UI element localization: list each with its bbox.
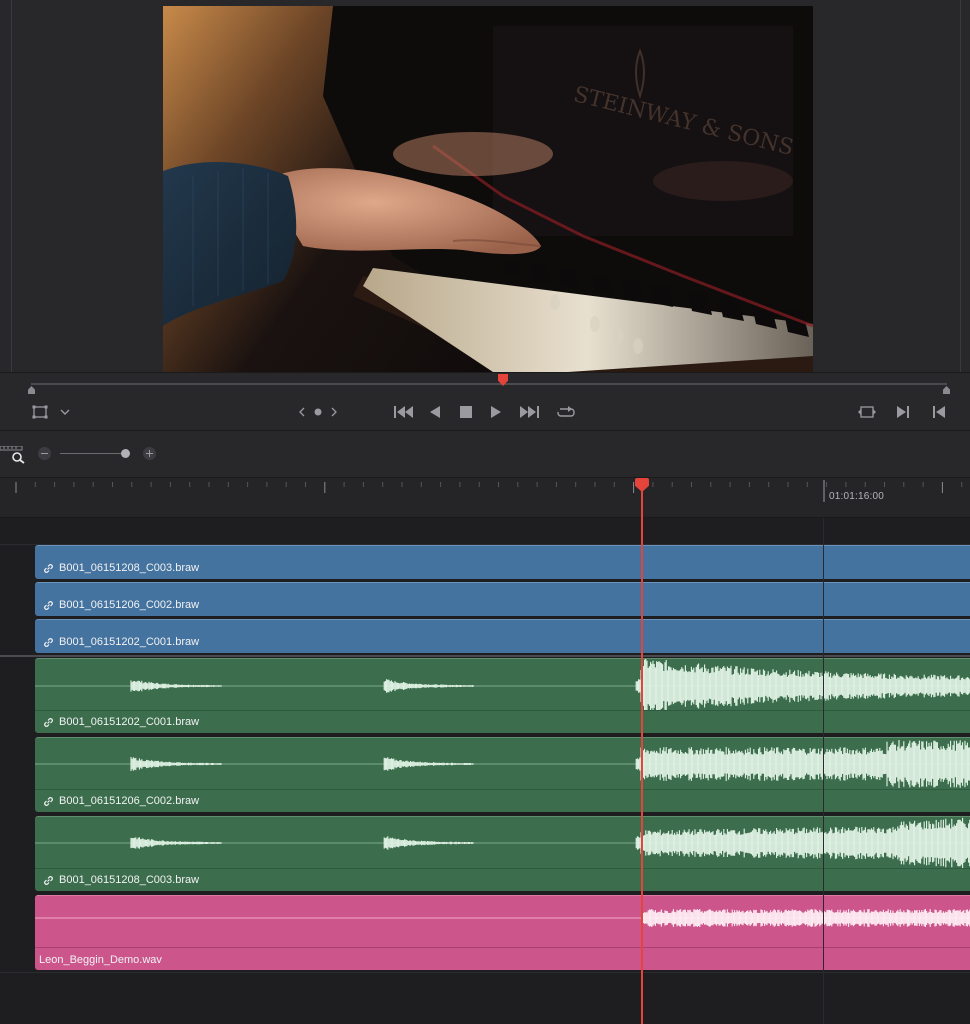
music-clip[interactable]: Leon_Beggin_Demo.wav: [35, 895, 970, 970]
video-preview[interactable]: STEINWAY & SONS: [163, 6, 813, 372]
zoom-slider-knob[interactable]: [121, 449, 130, 458]
chevron-down-icon[interactable]: [59, 403, 71, 421]
link-icon: [44, 875, 53, 885]
link-icon: [44, 637, 53, 647]
previous-clip-icon[interactable]: [932, 403, 946, 421]
zoom-in-button[interactable]: [143, 447, 156, 460]
clip-name: B001_06151206_C002.braw: [59, 599, 200, 611]
minus-icon: [41, 452, 48, 455]
video-clip-v2[interactable]: B001_06151206_C002.braw: [35, 582, 970, 616]
plus-icon-v: [148, 450, 151, 457]
zoom-slider-track[interactable]: [60, 453, 126, 454]
clip-divider: [35, 789, 970, 790]
scrubber-track[interactable]: [31, 383, 947, 385]
clip-name: B001_06151202_C001.braw: [59, 716, 200, 728]
loop-icon[interactable]: [555, 403, 577, 421]
link-icon: [44, 563, 53, 573]
clip-name: Leon_Beggin_Demo.wav: [39, 954, 162, 966]
track-separator: [0, 972, 970, 973]
clip-label: Leon_Beggin_Demo.wav: [39, 954, 162, 966]
audio-clip-a3[interactable]: B001_06151208_C003.braw: [35, 816, 970, 891]
stop-icon[interactable]: [459, 403, 472, 421]
link-icon: [44, 600, 53, 610]
viewer-edge-right: [960, 0, 961, 372]
clip-label: B001_06151202_C001.braw: [43, 716, 199, 728]
clip-name: B001_06151208_C003.braw: [59, 874, 200, 886]
grid-line: [823, 518, 824, 1024]
next-edit-icon[interactable]: [329, 403, 339, 421]
video-audio-divider: [0, 655, 970, 657]
clip-name: B001_06151208_C003.braw: [59, 562, 200, 574]
video-clip-v1[interactable]: B001_06151202_C001.braw: [35, 619, 970, 653]
clip-divider: [35, 947, 970, 948]
audio-waveform: [35, 740, 970, 788]
clip-label: B001_06151202_C001.braw: [43, 636, 199, 648]
timeline-tracks: B001_06151208_C003.braw B001_06151206_C0…: [0, 518, 970, 1024]
timeline-toolbar: [0, 430, 970, 478]
playhead-line[interactable]: [641, 486, 643, 1024]
next-clip-icon[interactable]: [896, 403, 910, 421]
step-back-icon[interactable]: [429, 403, 441, 421]
clip-label: B001_06151208_C003.braw: [43, 562, 199, 574]
transport-bar: [0, 372, 970, 430]
audio-waveform: [35, 659, 970, 711]
go-to-end-icon[interactable]: [518, 403, 539, 421]
zoom-out-button[interactable]: [38, 447, 51, 460]
play-icon[interactable]: [490, 403, 502, 421]
timeline-ruler[interactable]: 01:01:16:00: [0, 478, 970, 518]
link-icon: [44, 796, 53, 806]
link-icon: [44, 717, 53, 727]
scrubber-out-marker[interactable]: [943, 386, 950, 394]
clip-name: B001_06151202_C001.braw: [59, 636, 200, 648]
scrubber-in-marker[interactable]: [28, 386, 35, 394]
match-frame-icon[interactable]: [857, 403, 877, 421]
waveform-path: [642, 909, 970, 927]
ruler-timecode: 01:01:16:00: [829, 491, 885, 502]
audio-clip-a2[interactable]: B001_06151206_C002.braw: [35, 737, 970, 812]
clip-label: B001_06151206_C002.braw: [43, 599, 199, 611]
waveform-path: [130, 659, 970, 711]
zoom-to-fit-icon[interactable]: [0, 445, 26, 464]
clip-divider: [35, 710, 970, 711]
clip-divider: [35, 868, 970, 869]
clip-label: B001_06151206_C002.braw: [43, 795, 199, 807]
ruler-ticks: [15, 480, 963, 502]
viewer-edge-left: [11, 0, 12, 372]
clip-label: B001_06151208_C003.braw: [43, 874, 199, 886]
audio-clip-a1[interactable]: B001_06151202_C001.braw: [35, 658, 970, 733]
piano-frame-image: STEINWAY & SONS: [163, 6, 813, 372]
clip-name: B001_06151206_C002.braw: [59, 795, 200, 807]
marker-dot-icon[interactable]: [313, 403, 323, 421]
video-clip-v3[interactable]: B001_06151208_C003.braw: [35, 545, 970, 579]
viewer-panel: STEINWAY & SONS: [0, 0, 970, 372]
go-to-start-icon[interactable]: [393, 403, 414, 421]
prev-edit-icon[interactable]: [297, 403, 307, 421]
transform-icon[interactable]: [31, 403, 49, 421]
audio-waveform: [35, 817, 970, 869]
music-waveform: [35, 909, 970, 927]
